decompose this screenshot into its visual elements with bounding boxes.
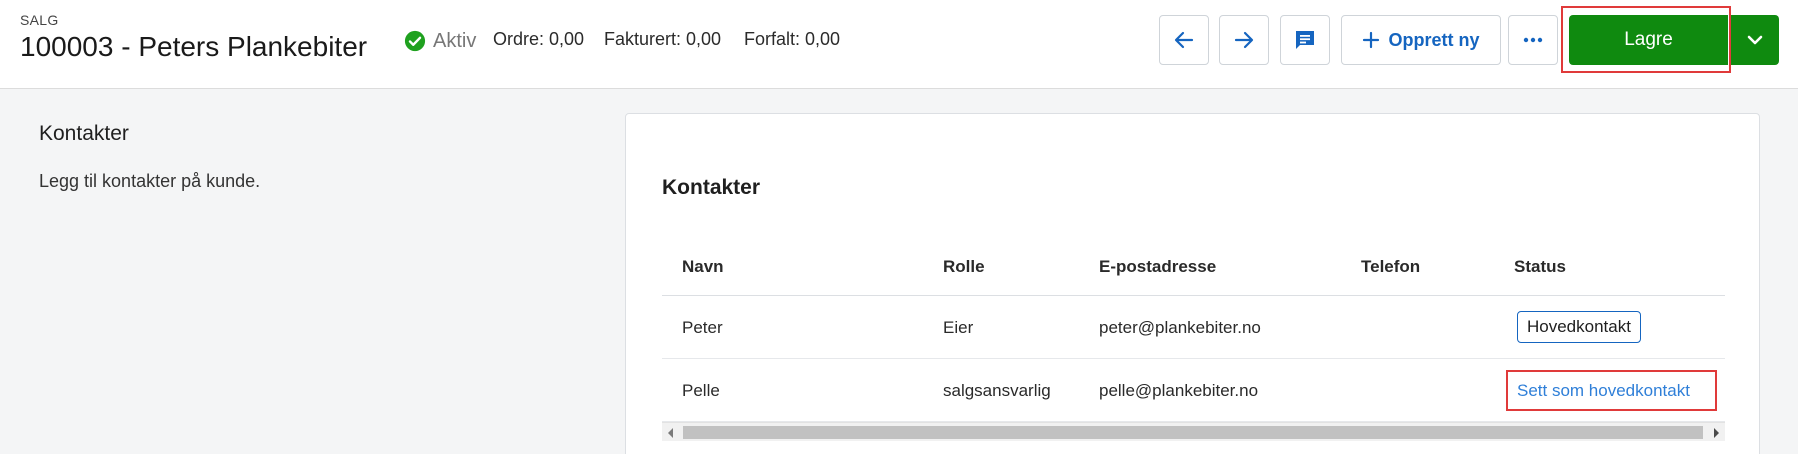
section-title: Kontakter <box>39 122 129 145</box>
caret-left-icon <box>668 427 673 438</box>
arrow-left-icon <box>1174 31 1194 49</box>
contact-email: peter@plankebiter.no <box>1099 318 1261 337</box>
check-circle-icon <box>404 30 426 52</box>
page-header: SALG 100003 - Peters Plankebiter Aktiv O… <box>0 0 1798 89</box>
status-text: Aktiv <box>433 29 477 52</box>
contact-name: Peter <box>682 318 723 337</box>
more-actions-button[interactable] <box>1508 15 1558 65</box>
back-button[interactable] <box>1159 15 1209 65</box>
create-new-label: Opprett ny <box>1388 29 1480 50</box>
module-label: SALG <box>20 12 59 28</box>
section-description: Legg til kontakter på kunde. <box>39 171 261 191</box>
table-row[interactable]: Peter Eier peter@plankebiter.no Hovedkon… <box>662 296 1725 359</box>
chevron-down-icon <box>1747 35 1763 45</box>
create-new-button[interactable]: Opprett ny <box>1341 15 1501 65</box>
contact-role: Eier <box>943 318 974 337</box>
forward-button[interactable] <box>1219 15 1269 65</box>
horizontal-scrollbar[interactable] <box>662 422 1725 441</box>
column-header-phone: Telefon <box>1361 257 1421 276</box>
contacts-table: Navn Rolle E-postadresse Telefon Status … <box>662 240 1725 441</box>
column-header-status: Status <box>1514 257 1566 276</box>
save-button[interactable]: Lagre <box>1569 15 1728 65</box>
page-title: 100003 - Peters Plankebiter <box>20 31 368 62</box>
save-options-button[interactable] <box>1731 15 1779 65</box>
table-header: Navn Rolle E-postadresse Telefon Status <box>662 240 1725 296</box>
caret-right-icon <box>1714 427 1719 438</box>
contacts-card: Kontakter Navn Rolle E-postadresse Telef… <box>625 113 1760 454</box>
metric-invoiced: Fakturert: 0,00 <box>604 29 722 49</box>
metric-orders: Ordre: 0,00 <box>493 29 585 49</box>
contact-role: salgsansvarlig <box>943 381 1051 400</box>
scroll-right-arrow[interactable] <box>1707 423 1725 442</box>
scroll-left-arrow[interactable] <box>662 423 680 442</box>
comments-button[interactable] <box>1280 15 1330 65</box>
contacts-card-title: Kontakter <box>662 176 761 199</box>
scrollbar-thumb[interactable] <box>683 426 1703 439</box>
metric-overdue: Forfalt: 0,00 <box>744 29 841 49</box>
arrow-right-icon <box>1234 31 1254 49</box>
plus-icon <box>1363 31 1380 49</box>
column-header-email: E-postadresse <box>1099 257 1217 276</box>
main-contact-badge: Hovedkontakt <box>1517 311 1641 343</box>
column-header-name: Navn <box>682 257 724 276</box>
contact-name: Pelle <box>682 381 720 400</box>
column-header-role: Rolle <box>943 257 985 276</box>
more-horizontal-icon <box>1523 37 1543 43</box>
set-main-contact-link[interactable]: Sett som hovedkontakt <box>1517 381 1690 401</box>
contact-email: pelle@plankebiter.no <box>1099 381 1259 400</box>
status-indicator: Aktiv <box>404 26 476 56</box>
table-row[interactable]: Pelle salgsansvarlig pelle@plankebiter.n… <box>662 359 1725 422</box>
comment-icon <box>1296 31 1314 49</box>
